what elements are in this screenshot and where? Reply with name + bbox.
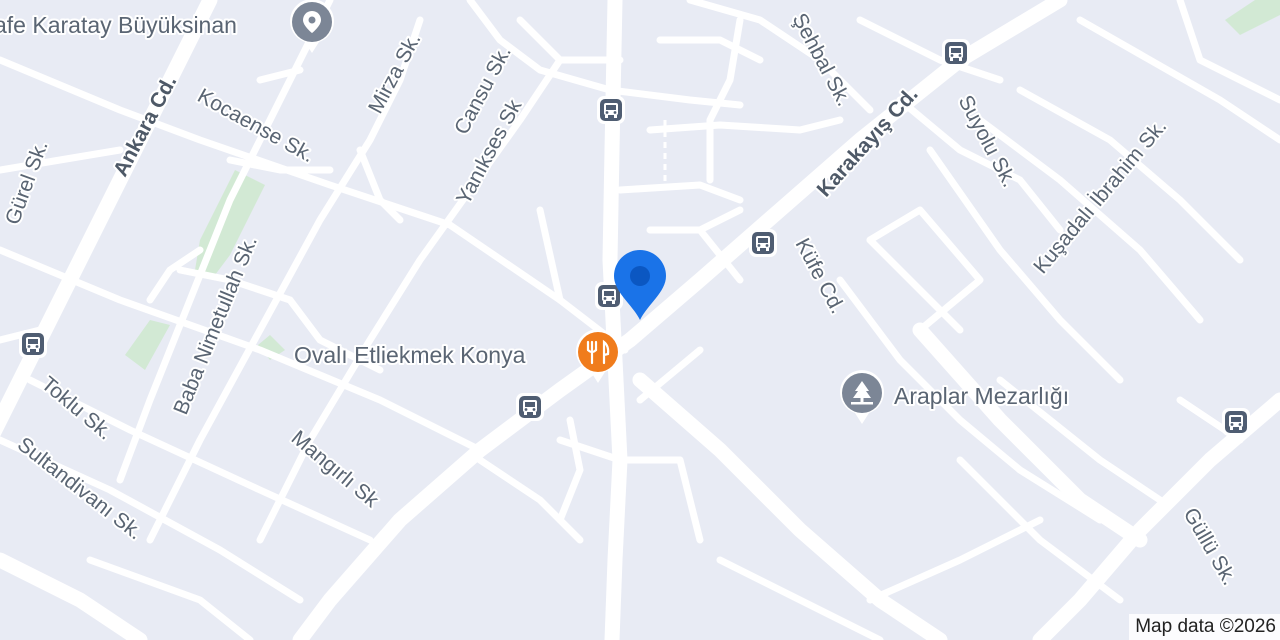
map-view[interactable]: Şehbal Sk. Karakayış Cd. Suyolu Sk. Kuşa…: [0, 0, 1280, 640]
street-label-mirza: Mirza Sk.: [364, 29, 425, 117]
bus-stop-icon[interactable]: [19, 330, 47, 358]
street-label-gullu: Güllü Sk.: [1179, 504, 1242, 589]
poi-label-restaurant: Ovalı Etliekmek Konya: [294, 342, 526, 368]
map-attribution[interactable]: Map data ©2026: [1129, 614, 1280, 640]
bus-stop-icon[interactable]: [1222, 408, 1250, 436]
poi-label-cafe: afe Karatay Büyüksinan: [0, 12, 237, 38]
bus-stop-icon[interactable]: [597, 96, 625, 124]
poi-label-cemetery: Araplar Mezarlığı: [894, 383, 1069, 409]
park-area: [1225, 0, 1280, 35]
poi-cafe[interactable]: afe Karatay Büyüksinan: [0, 0, 334, 53]
map-canvas: Şehbal Sk. Karakayış Cd. Suyolu Sk. Kuşa…: [0, 0, 1280, 640]
street-label-sehbal: Şehbal Sk.: [788, 10, 856, 110]
cemetery-icon: [840, 370, 884, 424]
street-label-karakayis: Karakayış Cd.: [813, 83, 923, 202]
bus-stop-icon[interactable]: [516, 393, 544, 421]
street-label-gurel: Gürel Sk.: [1, 138, 53, 228]
street-label-toklu: Toklu Sk.: [37, 372, 117, 444]
bus-stop-icon[interactable]: [942, 39, 970, 67]
street-label-kufe: Küfe Cd.: [791, 235, 850, 318]
street-label-sultandivani: Sultandivanı Sk.: [13, 433, 147, 545]
street-label-mangirli: Mangırlı Sk: [287, 426, 384, 512]
street-label-kusadali: Kuşadalı İbrahim Sk.: [1029, 115, 1171, 278]
bus-stop-icon[interactable]: [749, 229, 777, 257]
place-pin-icon: [290, 0, 334, 53]
